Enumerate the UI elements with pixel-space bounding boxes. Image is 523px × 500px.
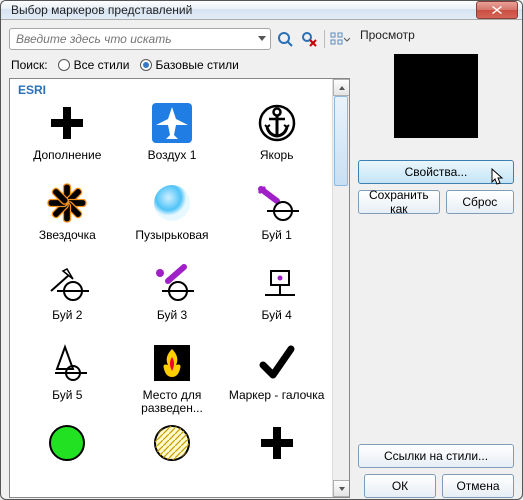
buoy4-icon: [247, 259, 307, 307]
symbol-label: Буй 1: [225, 229, 328, 255]
airplane-icon: [142, 99, 202, 147]
buoy2-icon: [37, 259, 97, 307]
symbol-list-panel: ESRI ДополнениеВоздух 1Якорь ЗвездочкаПуз…: [9, 78, 350, 498]
plus-black-icon: [37, 99, 97, 147]
symbol-label: [225, 469, 328, 495]
symbol-item[interactable]: [16, 419, 119, 495]
magnifier-cancel-icon: [301, 31, 317, 47]
toolbar-separator: [324, 30, 325, 48]
scroll-thumb[interactable]: [334, 96, 348, 186]
search-button[interactable]: [275, 29, 295, 49]
symbol-label: Пузырьковая: [121, 229, 224, 255]
preview-label: Просмотр: [358, 28, 514, 42]
properties-label: Свойства...: [405, 165, 468, 179]
cancel-button[interactable]: Отмена: [442, 474, 514, 498]
symbol-item[interactable]: Буй 1: [225, 179, 328, 255]
bubble-icon: [142, 179, 202, 227]
chevron-down-icon: [343, 32, 350, 46]
symbol-item[interactable]: Пузырьковая: [121, 179, 224, 255]
symbol-item[interactable]: Маркер - галочка: [225, 339, 328, 415]
radio-ref-label: Базовые стили: [156, 58, 239, 72]
radio-referenced-styles[interactable]: Базовые стили: [140, 58, 239, 72]
window-title: Выбор маркеров представлений: [11, 3, 476, 17]
symbol-item[interactable]: Якорь: [225, 99, 328, 175]
properties-button[interactable]: Свойства...: [358, 160, 514, 184]
dialog-window: Выбор маркеров представлений: [0, 0, 523, 500]
search-label: Поиск:: [11, 58, 48, 72]
symbol-item[interactable]: Буй 2: [16, 259, 119, 335]
grid-view-icon: [330, 32, 343, 46]
save-as-button[interactable]: Сохранить как: [358, 190, 440, 214]
preview-swatch: [394, 54, 478, 138]
asterisk-icon: [37, 179, 97, 227]
symbol-item[interactable]: Воздух 1: [121, 99, 224, 175]
chevron-down-icon: [338, 485, 346, 493]
search-cancel-button[interactable]: [299, 29, 319, 49]
symbol-label: Якорь: [225, 149, 328, 175]
buoy5-icon: [37, 339, 97, 387]
symbol-label: Дополнение: [16, 149, 119, 175]
chevron-up-icon: [338, 84, 346, 92]
vertical-scrollbar[interactable]: [332, 79, 349, 497]
radio-all-label: Все стили: [74, 58, 130, 72]
plus-black2-icon: [247, 419, 307, 467]
close-button[interactable]: [476, 1, 518, 19]
radio-icon: [58, 59, 70, 71]
titlebar[interactable]: Выбор маркеров представлений: [1, 1, 522, 20]
symbol-label: Буй 5: [16, 389, 119, 415]
cursor-icon: [491, 168, 505, 186]
symbol-item[interactable]: Буй 3: [121, 259, 224, 335]
symbol-label: [16, 469, 119, 495]
symbol-item[interactable]: Буй 4: [225, 259, 328, 335]
symbol-item[interactable]: [121, 419, 224, 495]
search-input[interactable]: [9, 28, 271, 50]
symbol-label: Буй 4: [225, 309, 328, 335]
symbol-item[interactable]: Дополнение: [16, 99, 119, 175]
style-references-button[interactable]: Ссылки на стили...: [358, 444, 514, 468]
symbol-label: Место для разведен...: [121, 389, 224, 415]
circle-hatch-icon: [142, 419, 202, 467]
preview-box: [361, 48, 511, 144]
symbol-label: Маркер - галочка: [225, 389, 328, 415]
circle-green-icon: [37, 419, 97, 467]
radio-icon: [140, 59, 152, 71]
symbol-label: Воздух 1: [121, 149, 224, 175]
symbol-label: Буй 3: [121, 309, 224, 335]
campfire-icon: [142, 339, 202, 387]
symbol-item[interactable]: Место для разведен...: [121, 339, 224, 415]
view-mode-button[interactable]: [330, 29, 350, 49]
search-toolbar: [9, 28, 350, 50]
close-icon: [492, 6, 502, 14]
anchor-icon: [247, 99, 307, 147]
symbol-item[interactable]: [225, 419, 328, 495]
symbol-label: Звездочка: [16, 229, 119, 255]
symbol-label: Буй 2: [16, 309, 119, 335]
symbol-label: [121, 469, 224, 495]
symbol-item[interactable]: Звездочка: [16, 179, 119, 255]
checkmark-icon: [247, 339, 307, 387]
radio-all-styles[interactable]: Все стили: [58, 58, 130, 72]
scroll-up-button[interactable]: [333, 79, 350, 96]
buoy3-icon: [142, 259, 202, 307]
buoy1-icon: [247, 179, 307, 227]
symbol-item[interactable]: Буй 5: [16, 339, 119, 415]
ok-button[interactable]: ОК: [364, 474, 436, 498]
scroll-track[interactable]: [333, 96, 349, 480]
reset-button[interactable]: Сброс: [446, 190, 514, 214]
group-header: ESRI: [12, 81, 332, 99]
scroll-down-button[interactable]: [333, 480, 350, 497]
magnifier-icon: [277, 31, 293, 47]
